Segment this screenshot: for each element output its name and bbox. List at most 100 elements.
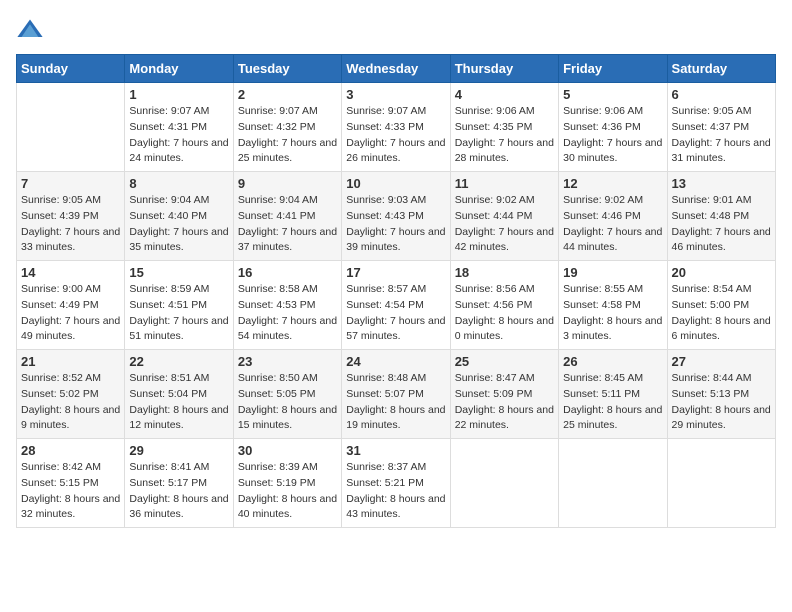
day-info: Sunrise: 8:42 AMSunset: 5:15 PMDaylight:… [21,460,120,523]
calendar-cell: 4 Sunrise: 9:06 AMSunset: 4:35 PMDaylight… [450,83,558,172]
day-info: Sunrise: 8:52 AMSunset: 5:02 PMDaylight:… [21,371,120,434]
day-info: Sunrise: 8:54 AMSunset: 5:00 PMDaylight:… [672,282,771,345]
calendar-cell: 9 Sunrise: 9:04 AMSunset: 4:41 PMDaylight… [233,172,341,261]
day-info: Sunrise: 8:39 AMSunset: 5:19 PMDaylight:… [238,460,337,523]
calendar-cell: 8 Sunrise: 9:04 AMSunset: 4:40 PMDaylight… [125,172,233,261]
day-number: 4 [455,87,554,102]
day-info: Sunrise: 8:59 AMSunset: 4:51 PMDaylight:… [129,282,228,345]
calendar-cell: 20 Sunrise: 8:54 AMSunset: 5:00 PMDayligh… [667,261,775,350]
day-number: 26 [563,354,662,369]
calendar-cell: 28 Sunrise: 8:42 AMSunset: 5:15 PMDayligh… [17,439,125,528]
weekday-header-row: SundayMondayTuesdayWednesdayThursdayFrid… [17,55,776,83]
day-number: 10 [346,176,445,191]
day-info: Sunrise: 9:07 AMSunset: 4:32 PMDaylight:… [238,104,337,167]
calendar-cell: 10 Sunrise: 9:03 AMSunset: 4:43 PMDayligh… [342,172,450,261]
day-info: Sunrise: 8:48 AMSunset: 5:07 PMDaylight:… [346,371,445,434]
calendar-week-row: 28 Sunrise: 8:42 AMSunset: 5:15 PMDayligh… [17,439,776,528]
calendar-cell: 3 Sunrise: 9:07 AMSunset: 4:33 PMDaylight… [342,83,450,172]
day-number: 29 [129,443,228,458]
day-number: 24 [346,354,445,369]
day-number: 28 [21,443,120,458]
calendar-cell: 21 Sunrise: 8:52 AMSunset: 5:02 PMDayligh… [17,350,125,439]
calendar-cell: 13 Sunrise: 9:01 AMSunset: 4:48 PMDayligh… [667,172,775,261]
day-number: 9 [238,176,337,191]
day-info: Sunrise: 9:02 AMSunset: 4:46 PMDaylight:… [563,193,662,256]
calendar-cell: 14 Sunrise: 9:00 AMSunset: 4:49 PMDayligh… [17,261,125,350]
day-number: 18 [455,265,554,280]
page-header [16,16,776,44]
day-info: Sunrise: 8:55 AMSunset: 4:58 PMDaylight:… [563,282,662,345]
day-info: Sunrise: 9:02 AMSunset: 4:44 PMDaylight:… [455,193,554,256]
calendar-cell: 25 Sunrise: 8:47 AMSunset: 5:09 PMDayligh… [450,350,558,439]
day-info: Sunrise: 8:45 AMSunset: 5:11 PMDaylight:… [563,371,662,434]
calendar-cell: 24 Sunrise: 8:48 AMSunset: 5:07 PMDayligh… [342,350,450,439]
day-info: Sunrise: 9:00 AMSunset: 4:49 PMDaylight:… [21,282,120,345]
calendar-cell: 19 Sunrise: 8:55 AMSunset: 4:58 PMDayligh… [559,261,667,350]
calendar-cell: 16 Sunrise: 8:58 AMSunset: 4:53 PMDayligh… [233,261,341,350]
day-info: Sunrise: 8:58 AMSunset: 4:53 PMDaylight:… [238,282,337,345]
day-number: 5 [563,87,662,102]
day-number: 12 [563,176,662,191]
day-number: 17 [346,265,445,280]
calendar-week-row: 1 Sunrise: 9:07 AMSunset: 4:31 PMDaylight… [17,83,776,172]
weekday-header-saturday: Saturday [667,55,775,83]
calendar-cell [17,83,125,172]
calendar-cell: 31Sunrise: 8:37 AMSunset: 5:21 PMDayligh… [342,439,450,528]
weekday-header-tuesday: Tuesday [233,55,341,83]
calendar-cell: 17 Sunrise: 8:57 AMSunset: 4:54 PMDayligh… [342,261,450,350]
weekday-header-sunday: Sunday [17,55,125,83]
calendar-cell [667,439,775,528]
day-info: Sunrise: 9:06 AMSunset: 4:35 PMDaylight:… [455,104,554,167]
logo [16,16,48,44]
calendar-table: SundayMondayTuesdayWednesdayThursdayFrid… [16,54,776,528]
day-info: Sunrise: 8:57 AMSunset: 4:54 PMDaylight:… [346,282,445,345]
calendar-cell: 1 Sunrise: 9:07 AMSunset: 4:31 PMDaylight… [125,83,233,172]
weekday-header-friday: Friday [559,55,667,83]
logo-icon [16,16,44,44]
weekday-header-wednesday: Wednesday [342,55,450,83]
calendar-week-row: 7 Sunrise: 9:05 AMSunset: 4:39 PMDaylight… [17,172,776,261]
day-info: Sunrise: 8:41 AMSunset: 5:17 PMDaylight:… [129,460,228,523]
day-number: 15 [129,265,228,280]
calendar-cell: 11Sunrise: 9:02 AMSunset: 4:44 PMDayligh… [450,172,558,261]
calendar-cell: 22Sunrise: 8:51 AMSunset: 5:04 PMDayligh… [125,350,233,439]
day-number: 21 [21,354,120,369]
day-info: Sunrise: 9:04 AMSunset: 4:40 PMDaylight:… [129,193,228,256]
calendar-cell: 18 Sunrise: 8:56 AMSunset: 4:56 PMDayligh… [450,261,558,350]
day-number: 8 [129,176,228,191]
calendar-cell: 15 Sunrise: 8:59 AMSunset: 4:51 PMDayligh… [125,261,233,350]
day-info: Sunrise: 8:44 AMSunset: 5:13 PMDaylight:… [672,371,771,434]
calendar-cell: 5 Sunrise: 9:06 AMSunset: 4:36 PMDaylight… [559,83,667,172]
day-number: 16 [238,265,337,280]
day-info: Sunrise: 8:50 AMSunset: 5:05 PMDaylight:… [238,371,337,434]
day-number: 1 [129,87,228,102]
calendar-week-row: 14 Sunrise: 9:00 AMSunset: 4:49 PMDayligh… [17,261,776,350]
day-info: Sunrise: 9:01 AMSunset: 4:48 PMDaylight:… [672,193,771,256]
calendar-cell: 6 Sunrise: 9:05 AMSunset: 4:37 PMDaylight… [667,83,775,172]
day-number: 14 [21,265,120,280]
day-info: Sunrise: 9:06 AMSunset: 4:36 PMDaylight:… [563,104,662,167]
day-info: Sunrise: 8:47 AMSunset: 5:09 PMDaylight:… [455,371,554,434]
day-info: Sunrise: 9:03 AMSunset: 4:43 PMDaylight:… [346,193,445,256]
day-number: 6 [672,87,771,102]
day-info: Sunrise: 8:56 AMSunset: 4:56 PMDaylight:… [455,282,554,345]
day-number: 7 [21,176,120,191]
calendar-cell: 27 Sunrise: 8:44 AMSunset: 5:13 PMDayligh… [667,350,775,439]
day-number: 27 [672,354,771,369]
day-number: 13 [672,176,771,191]
weekday-header-thursday: Thursday [450,55,558,83]
calendar-cell: 23Sunrise: 8:50 AMSunset: 5:05 PMDayligh… [233,350,341,439]
day-number: 25 [455,354,554,369]
day-number: 19 [563,265,662,280]
day-info: Sunrise: 9:07 AMSunset: 4:31 PMDaylight:… [129,104,228,167]
day-number: 30 [238,443,337,458]
day-number: 20 [672,265,771,280]
day-info: Sunrise: 8:37 AMSunset: 5:21 PMDaylight:… [346,460,445,523]
day-number: 3 [346,87,445,102]
weekday-header-monday: Monday [125,55,233,83]
day-info: Sunrise: 9:04 AMSunset: 4:41 PMDaylight:… [238,193,337,256]
calendar-cell: 26 Sunrise: 8:45 AMSunset: 5:11 PMDayligh… [559,350,667,439]
day-info: Sunrise: 9:05 AMSunset: 4:37 PMDaylight:… [672,104,771,167]
day-info: Sunrise: 9:07 AMSunset: 4:33 PMDaylight:… [346,104,445,167]
day-info: Sunrise: 9:05 AMSunset: 4:39 PMDaylight:… [21,193,120,256]
